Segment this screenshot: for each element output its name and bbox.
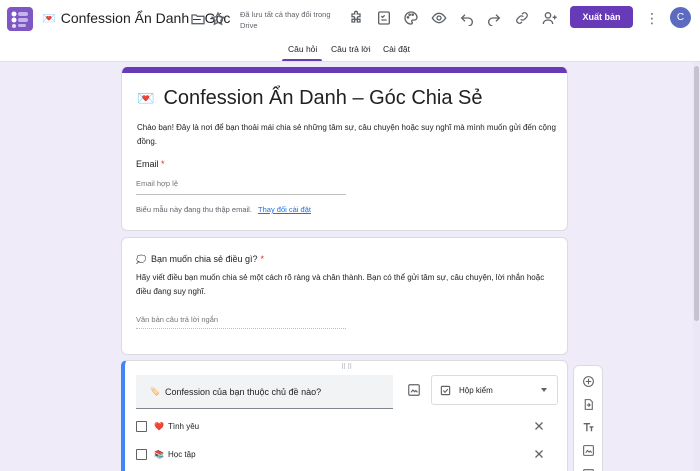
question-title-input[interactable]: 🏷️ Confession của bạn thuộc chủ đề nào? bbox=[136, 375, 393, 409]
tab-questions[interactable]: Câu hỏi bbox=[288, 44, 317, 54]
form-title-text: Confession Ẩn Danh – Góc Chia Sẻ bbox=[163, 87, 483, 109]
add-image-icon[interactable] bbox=[407, 383, 421, 397]
save-status: Đã lưu tất cả thay đổi trong Drive bbox=[240, 10, 331, 30]
books-icon: 📚 bbox=[154, 449, 164, 459]
tab-settings[interactable]: Cài đặt bbox=[383, 44, 410, 54]
question-title: 💭 Bạn muốn chia sẻ điều gì? * bbox=[136, 254, 264, 264]
checklist-icon[interactable] bbox=[374, 8, 394, 28]
envelope-heart-icon: 💌 bbox=[137, 90, 155, 106]
scrollbar-thumb[interactable] bbox=[694, 66, 699, 321]
email-collection-text: Biểu mẫu này đang thu thập email. bbox=[136, 205, 252, 214]
add-video-icon[interactable] bbox=[581, 466, 596, 471]
heart-icon: ❤️ bbox=[154, 421, 164, 431]
redo-icon[interactable] bbox=[484, 8, 504, 28]
active-question-card[interactable]: ⠿⠿ 🏷️ Confession của bạn thuộc chủ đề nà… bbox=[121, 360, 568, 471]
import-questions-icon[interactable] bbox=[581, 397, 596, 412]
palette-icon[interactable] bbox=[401, 8, 421, 28]
question-card[interactable]: 💭 Bạn muốn chia sẻ điều gì? * Hãy viết đ… bbox=[121, 237, 568, 355]
star-icon[interactable] bbox=[208, 9, 228, 29]
undo-icon[interactable] bbox=[457, 8, 477, 28]
thought-bubble-icon: 💭 bbox=[136, 254, 146, 264]
page-scrollbar[interactable] bbox=[693, 62, 700, 471]
close-icon[interactable] bbox=[533, 448, 545, 460]
envelope-heart-icon: 💌 bbox=[42, 12, 56, 25]
publish-button[interactable]: Xuất bản bbox=[570, 6, 633, 28]
form-description[interactable]: Chào bạn! Đây là nơi để bạn thoải mái ch… bbox=[137, 121, 557, 149]
top-app-bar: 💌 Confession Ẩn Danh – Góc Đã lưu tất cả… bbox=[0, 0, 700, 38]
email-label: Email * bbox=[136, 159, 165, 169]
email-field[interactable]: Email hợp lệ bbox=[136, 179, 346, 195]
addon-icon[interactable] bbox=[346, 8, 366, 28]
option-label[interactable]: Tình yêu bbox=[168, 422, 199, 431]
link-icon[interactable] bbox=[512, 8, 532, 28]
chevron-down-icon bbox=[541, 388, 547, 392]
checkbox-icon[interactable] bbox=[136, 420, 147, 432]
close-icon[interactable] bbox=[533, 420, 545, 432]
required-asterisk: * bbox=[260, 254, 265, 264]
add-question-icon[interactable] bbox=[581, 374, 596, 389]
add-collaborator-icon[interactable] bbox=[540, 8, 560, 28]
checkbox-option[interactable]: ❤️ Tình yêu bbox=[136, 417, 199, 435]
short-answer-field: Văn bản câu trả lời ngắn bbox=[136, 315, 346, 329]
checkbox-option[interactable]: 📚 Học tập bbox=[136, 445, 196, 463]
change-settings-link[interactable]: Thay đổi cài đặt bbox=[258, 205, 311, 214]
email-collection-note: Biểu mẫu này đang thu thập email. Thay đ… bbox=[136, 205, 311, 214]
tab-responses[interactable]: Câu trả lời bbox=[331, 44, 371, 54]
option-label[interactable]: Học tập bbox=[168, 450, 196, 459]
header-accent-band bbox=[122, 67, 567, 73]
form-tabs: Câu hỏi Câu trả lời Cài đặt bbox=[0, 38, 700, 62]
question-type-dropdown[interactable]: Hộp kiểm bbox=[431, 375, 558, 405]
question-description: Hãy viết điều bạn muốn chia sẻ một cách … bbox=[136, 273, 545, 296]
checkbox-checked-icon bbox=[440, 385, 451, 395]
question-title-text: Confession của bạn thuộc chủ đề nào? bbox=[164, 386, 322, 397]
tag-icon: 🏷️ bbox=[150, 387, 160, 396]
more-vert-icon[interactable]: ⋮ bbox=[645, 9, 659, 27]
question-type-label: Hộp kiểm bbox=[459, 385, 493, 395]
required-asterisk: * bbox=[161, 159, 165, 169]
folder-icon[interactable] bbox=[188, 9, 208, 29]
form-title[interactable]: 💌 Confession Ẩn Danh – Góc Chia Sẻ bbox=[137, 87, 483, 110]
form-header-card[interactable]: 💌 Confession Ẩn Danh – Góc Chia Sẻ Chào … bbox=[121, 67, 568, 231]
forms-logo-icon[interactable] bbox=[7, 7, 33, 31]
avatar[interactable]: C bbox=[670, 7, 691, 28]
checkbox-icon[interactable] bbox=[136, 448, 147, 460]
question-toolbar bbox=[573, 365, 603, 471]
add-image-icon[interactable] bbox=[581, 443, 596, 458]
active-tab-indicator bbox=[282, 59, 322, 61]
question-title-text: Bạn muốn chia sẻ điều gì? bbox=[150, 254, 258, 264]
email-label-text: Email bbox=[136, 159, 159, 169]
preview-eye-icon[interactable] bbox=[429, 8, 449, 28]
drag-handle-icon[interactable]: ⠿⠿ bbox=[341, 363, 353, 371]
add-title-icon[interactable] bbox=[581, 420, 596, 435]
